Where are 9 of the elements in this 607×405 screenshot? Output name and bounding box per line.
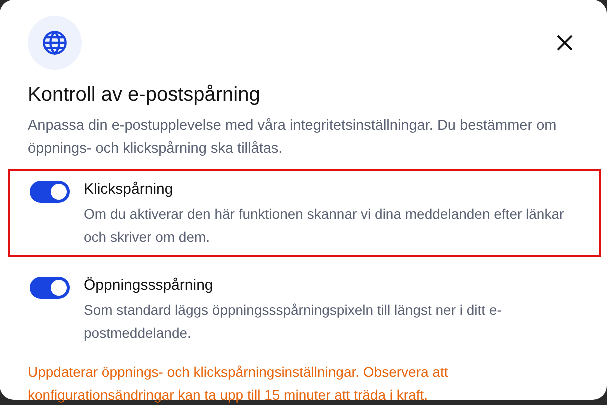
dialog-title: Kontroll av e-postspårning — [28, 84, 262, 107]
dialog-description: Anpassa din e-postupplevelse med våra integritetsinställningar. Du bestämmer om öppnings- och klickspårning ska tillåtas. — [28, 117, 558, 159]
option-description: Om du aktiverar den här funktionen skannar vi dina meddelanden efter länkar och skriver om dem. — [84, 205, 566, 247]
toggle-switch[interactable] — [30, 181, 70, 203]
toggle-switch[interactable] — [30, 277, 70, 299]
warning-notice: Uppdaterar öppnings- och klickspårningsinställningar. Observera att konfigurationsändringar kan ta upp till 15 minuter att träda i kraft. — [28, 363, 450, 405]
option-label: Klickspårning — [84, 180, 174, 200]
option-description: Som standard läggs öppningssspårningspixeln till längst ner i ditt e-postmeddelande. — [84, 301, 503, 343]
option-label: Öppningssspårning — [84, 276, 214, 296]
